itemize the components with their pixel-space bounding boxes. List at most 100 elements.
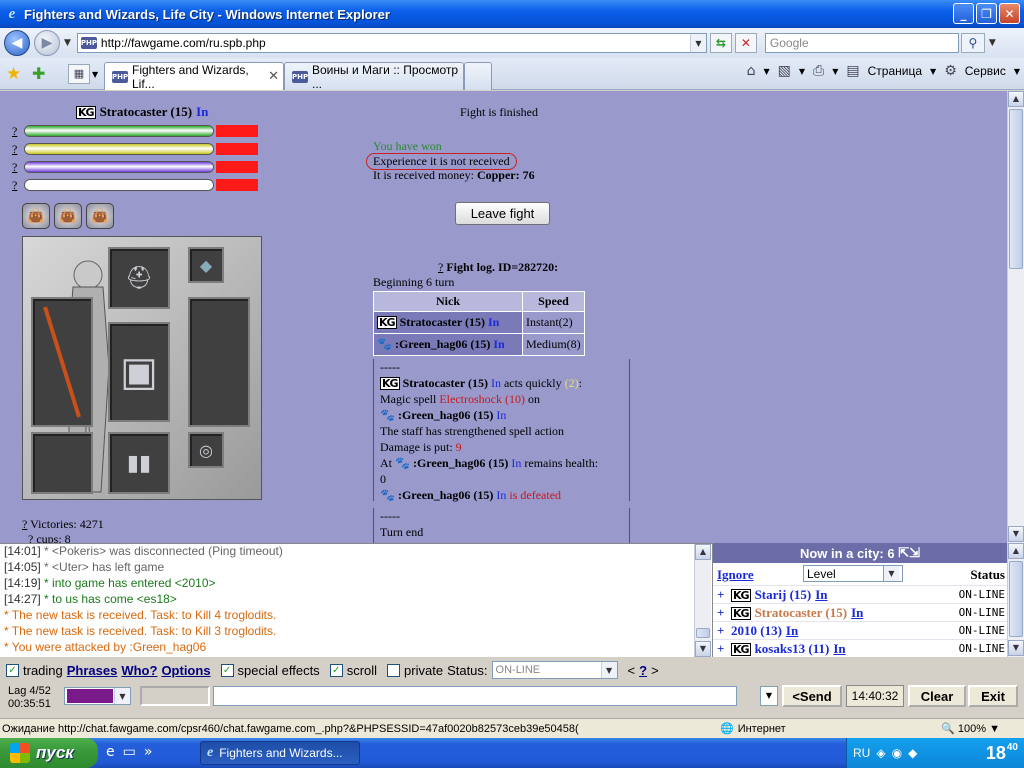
close-button[interactable]: ✕ — [999, 3, 1020, 24]
phrases-link[interactable]: Phrases — [67, 663, 118, 678]
armor-slot[interactable]: ▣ — [108, 322, 170, 422]
home-icon[interactable]: ⌂ — [747, 63, 756, 79]
bar-help-link[interactable]: ? — [12, 160, 24, 175]
bag-icon[interactable]: 👜 — [86, 203, 114, 229]
player-info-link[interactable]: In — [786, 623, 798, 639]
trading-checkbox[interactable]: ✓ — [6, 663, 19, 677]
scroll-checkbox[interactable]: ✓ — [329, 663, 343, 677]
player-info-link[interactable]: In — [851, 605, 863, 621]
maximize-button[interactable]: ❐ — [976, 3, 997, 24]
history-dropdown-icon[interactable]: ▼ — [64, 38, 71, 48]
level-select[interactable]: Level ▼ — [803, 565, 903, 582]
participant-info-link[interactable]: In — [488, 315, 499, 329]
city-player-row[interactable]: +2010 (13) In ON-LINE — [713, 621, 1007, 639]
special-effects-checkbox[interactable]: ✓ — [220, 663, 234, 677]
scroll-thumb[interactable] — [1009, 561, 1023, 637]
home-dropdown-icon[interactable]: ▼ — [764, 67, 770, 76]
city-scrollbar[interactable]: ▲ ▼ — [1007, 543, 1024, 657]
url-dropdown-icon[interactable]: ▼ — [689, 34, 706, 52]
search-icon[interactable]: ⚲ — [960, 33, 985, 53]
scroll-thumb[interactable] — [696, 628, 710, 638]
weapon-slot[interactable] — [31, 297, 93, 427]
player-name[interactable]: Stratocaster (15) — [755, 605, 848, 621]
add-player-icon[interactable]: + — [717, 605, 724, 621]
add-player-icon[interactable]: + — [717, 587, 724, 603]
scroll-down-icon[interactable]: ▼ — [695, 641, 711, 657]
log-target-info-link[interactable]: In — [496, 488, 506, 502]
more-quicklaunch-icon[interactable]: » — [144, 744, 153, 760]
close-tab-icon[interactable]: ✕ — [268, 69, 279, 84]
amulet-slot[interactable]: ◆ — [188, 247, 224, 283]
log-target-info-link[interactable]: In — [511, 456, 521, 470]
log-actor-info-link[interactable]: In — [491, 376, 501, 390]
message-history-dropdown-icon[interactable]: ▼ — [760, 686, 778, 706]
scroll-down-icon[interactable]: ▼ — [1008, 526, 1024, 542]
player-info-link[interactable]: In — [833, 641, 845, 657]
city-player-row[interactable]: + KG Starij (15) In ON-LINE — [713, 585, 1007, 603]
feed-dropdown-icon[interactable]: ▼ — [799, 67, 805, 76]
player-name[interactable]: 2010 (13) — [731, 623, 782, 639]
clear-button[interactable]: Clear — [908, 685, 966, 707]
taskbar-item-ie[interactable]: e Fighters and Wizards... — [200, 741, 360, 765]
status-select[interactable]: ON-LINE ▼ — [491, 661, 618, 679]
url-field[interactable]: PHP http://fawgame.com/ru.spb.php ▼ — [76, 33, 707, 53]
start-button[interactable]: пуск — [0, 738, 98, 768]
city-player-row[interactable]: + KG kosaks13 (11) In ON-LINE — [713, 639, 1007, 657]
bar-help-link[interactable]: ? — [12, 124, 24, 139]
tab-voiny-i-magi[interactable]: PHP Воины и Маги :: Просмотр ... — [284, 62, 464, 91]
expand-icon[interactable]: ⇱⇲ — [898, 545, 920, 561]
zoom-control[interactable]: 🔍 100% ▼ — [941, 722, 1000, 735]
print-dropdown-icon[interactable]: ▼ — [832, 67, 838, 76]
game-scrollbar[interactable]: ▲ ▼ — [1007, 91, 1024, 543]
rss-feed-icon[interactable]: ▧ — [778, 63, 791, 79]
player-name[interactable]: kosaks13 (11) — [755, 641, 830, 657]
tab-fighters-wizards[interactable]: PHP Fighters and Wizards, Lif... ✕ — [104, 62, 284, 91]
quick-tabs-icon[interactable]: ▦ — [68, 64, 90, 84]
options-link[interactable]: Options — [161, 663, 210, 678]
favorites-star-icon[interactable]: ★ — [6, 64, 21, 84]
service-menu[interactable]: Сервис — [965, 64, 1006, 78]
ie-quicklaunch-icon[interactable]: e — [106, 744, 115, 760]
volume-icon[interactable]: ◉ — [892, 746, 902, 760]
recipient-field[interactable] — [140, 686, 210, 706]
minimize-button[interactable]: _ — [953, 3, 974, 24]
gloves-slot[interactable] — [31, 432, 93, 494]
search-options-dropdown-icon[interactable]: ▼ — [989, 38, 996, 48]
message-input[interactable] — [213, 686, 737, 706]
hero-info-link[interactable]: In — [196, 104, 208, 120]
help-link[interactable]: ? — [639, 663, 647, 678]
helmet-slot[interactable]: ⛑ — [108, 247, 170, 309]
ignore-link[interactable]: Ignore — [717, 567, 754, 583]
bag-icon[interactable]: 👜 — [22, 203, 50, 229]
back-button[interactable]: ◀ — [4, 30, 30, 56]
service-dropdown-icon[interactable]: ▼ — [1014, 67, 1020, 76]
scroll-up-icon[interactable]: ▲ — [695, 544, 711, 560]
page-menu[interactable]: Страница — [868, 64, 922, 78]
folder-quicklaunch-icon[interactable]: ▭ — [123, 744, 136, 760]
add-favorites-icon[interactable]: ✚ — [32, 64, 45, 83]
who-link[interactable]: Who? — [121, 663, 157, 678]
send-button[interactable]: <Send — [782, 685, 842, 707]
scroll-up-icon[interactable]: ▲ — [1008, 91, 1024, 107]
ring-slot[interactable]: ◎ — [188, 432, 224, 468]
bar-help-link[interactable]: ? — [12, 178, 24, 193]
page-dropdown-icon[interactable]: ▼ — [930, 67, 936, 76]
add-player-icon[interactable]: + — [717, 641, 724, 657]
search-input[interactable]: Google — [764, 33, 959, 53]
log-target-info-link[interactable]: In — [496, 408, 506, 422]
scroll-down-icon[interactable]: ▼ — [1008, 640, 1024, 656]
chat-scrollbar[interactable]: ▲ ▼ — [694, 544, 711, 657]
tray-clock[interactable]: 18 40 — [986, 742, 1018, 764]
language-indicator[interactable]: RU — [853, 746, 870, 760]
boots-slot[interactable]: ▮▮ — [108, 432, 170, 494]
bar-help-link[interactable]: ? — [12, 142, 24, 157]
private-checkbox[interactable] — [387, 663, 401, 677]
network-icon[interactable]: ◈ — [876, 746, 885, 760]
refresh-button[interactable]: ⇆ — [709, 33, 732, 53]
text-color-select[interactable]: ▼ — [64, 687, 131, 705]
scroll-thumb[interactable] — [1009, 109, 1023, 269]
bag-icon[interactable]: 👜 — [54, 203, 82, 229]
cups-help-link[interactable]: ? — [28, 532, 33, 543]
antivirus-icon[interactable]: ◆ — [908, 746, 917, 760]
city-player-row[interactable]: + KG Stratocaster (15) In ON-LINE — [713, 603, 1007, 621]
